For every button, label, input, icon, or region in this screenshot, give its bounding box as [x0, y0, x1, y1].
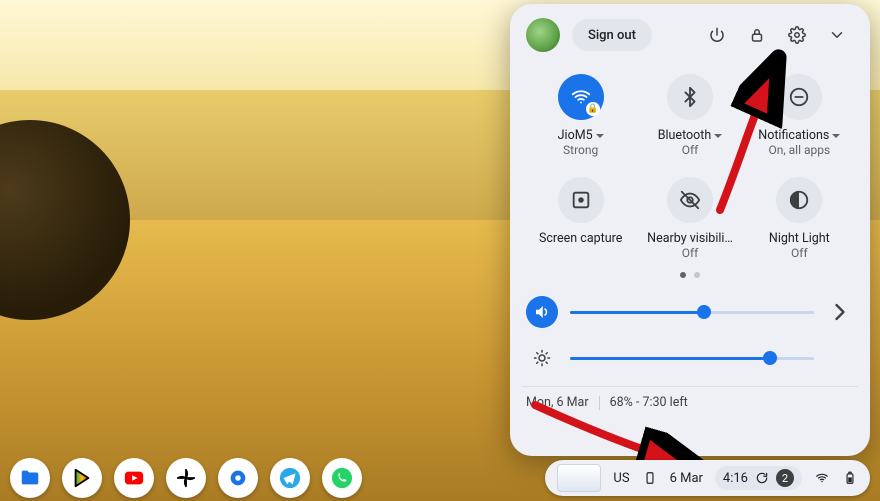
phone-hub-icon[interactable]: [642, 470, 658, 486]
window-overview-icon[interactable]: [557, 464, 601, 492]
do-not-disturb-icon[interactable]: [776, 74, 822, 120]
page-indicator: [526, 272, 854, 284]
night-light-icon[interactable]: [776, 177, 822, 223]
tile-nearby-visibility[interactable]: Nearby visibili… Off: [635, 173, 744, 270]
tile-screen-capture[interactable]: Screen capture: [526, 173, 635, 270]
app-files[interactable]: [10, 458, 50, 498]
visibility-off-icon[interactable]: [667, 177, 713, 223]
keyboard-indicator[interactable]: US: [613, 471, 629, 486]
shelf-time-group[interactable]: 4:16 2: [715, 466, 802, 490]
app-youtube[interactable]: [114, 458, 154, 498]
quick-settings-panel: Sign out 🔒 JioM5 Strong: [510, 4, 870, 456]
tile-sub: Off: [682, 143, 699, 157]
tile-sub: Off: [682, 246, 699, 260]
app-telegram[interactable]: [270, 458, 310, 498]
tile-night-light[interactable]: Night Light Off: [745, 173, 854, 270]
date-label[interactable]: Mon, 6 Mar: [526, 395, 589, 410]
audio-settings-chevron-icon[interactable]: [826, 298, 854, 326]
volume-slider-row: [526, 296, 854, 328]
lock-icon[interactable]: [740, 18, 774, 52]
quick-settings-tiles: 🔒 JioM5 Strong Bluetooth Off Notificatio…: [526, 70, 854, 270]
panel-divider: [522, 386, 858, 387]
volume-slider[interactable]: [570, 311, 814, 314]
app-play-store[interactable]: [62, 458, 102, 498]
app-whatsapp[interactable]: [322, 458, 362, 498]
app-settings[interactable]: [218, 458, 258, 498]
status-area[interactable]: US 6 Mar 4:16 2: [545, 460, 870, 496]
wifi-secure-lock-icon: 🔒: [586, 102, 600, 116]
panel-footer: Mon, 6 Mar 68% - 7:30 left: [526, 395, 854, 410]
brightness-slider-row: [526, 342, 854, 374]
settings-gear-icon[interactable]: [780, 18, 814, 52]
sign-out-button[interactable]: Sign out: [572, 19, 652, 51]
tile-bluetooth[interactable]: Bluetooth Off: [635, 70, 744, 167]
tile-label: Nearby visibili…: [647, 231, 733, 246]
shelf-date[interactable]: 6 Mar: [670, 471, 703, 486]
tile-sub: On, all apps: [768, 143, 830, 157]
brightness-icon[interactable]: [526, 342, 558, 374]
tile-label: Bluetooth: [658, 128, 723, 143]
panel-header: Sign out: [526, 18, 854, 52]
app-photos[interactable]: [166, 458, 206, 498]
brightness-slider[interactable]: [570, 357, 814, 360]
notification-count-badge: 2: [776, 469, 794, 487]
tile-sub: Off: [791, 246, 808, 260]
battery-status-icon: [842, 470, 858, 486]
avatar[interactable]: [526, 18, 560, 52]
tile-notifications[interactable]: Notifications On, all apps: [745, 70, 854, 167]
shelf: US 6 Mar 4:16 2: [0, 455, 880, 501]
tile-label: Screen capture: [539, 231, 622, 246]
tile-label: Notifications: [758, 128, 840, 143]
tile-network[interactable]: 🔒 JioM5 Strong: [526, 70, 635, 167]
volume-icon[interactable]: [526, 296, 558, 328]
shelf-time: 4:16: [723, 471, 748, 486]
collapse-chevron-icon[interactable]: [820, 18, 854, 52]
sync-icon: [754, 470, 770, 486]
tile-sub: Strong: [563, 143, 598, 157]
tile-label: JioM5: [558, 128, 604, 143]
power-icon[interactable]: [700, 18, 734, 52]
wifi-icon[interactable]: 🔒: [558, 74, 604, 120]
tile-label: Night Light: [769, 231, 830, 246]
battery-label[interactable]: 68% - 7:30 left: [610, 395, 688, 410]
screen-capture-icon[interactable]: [558, 177, 604, 223]
wifi-status-icon: [814, 470, 830, 486]
shelf-apps: [10, 458, 362, 498]
bluetooth-icon[interactable]: [667, 74, 713, 120]
